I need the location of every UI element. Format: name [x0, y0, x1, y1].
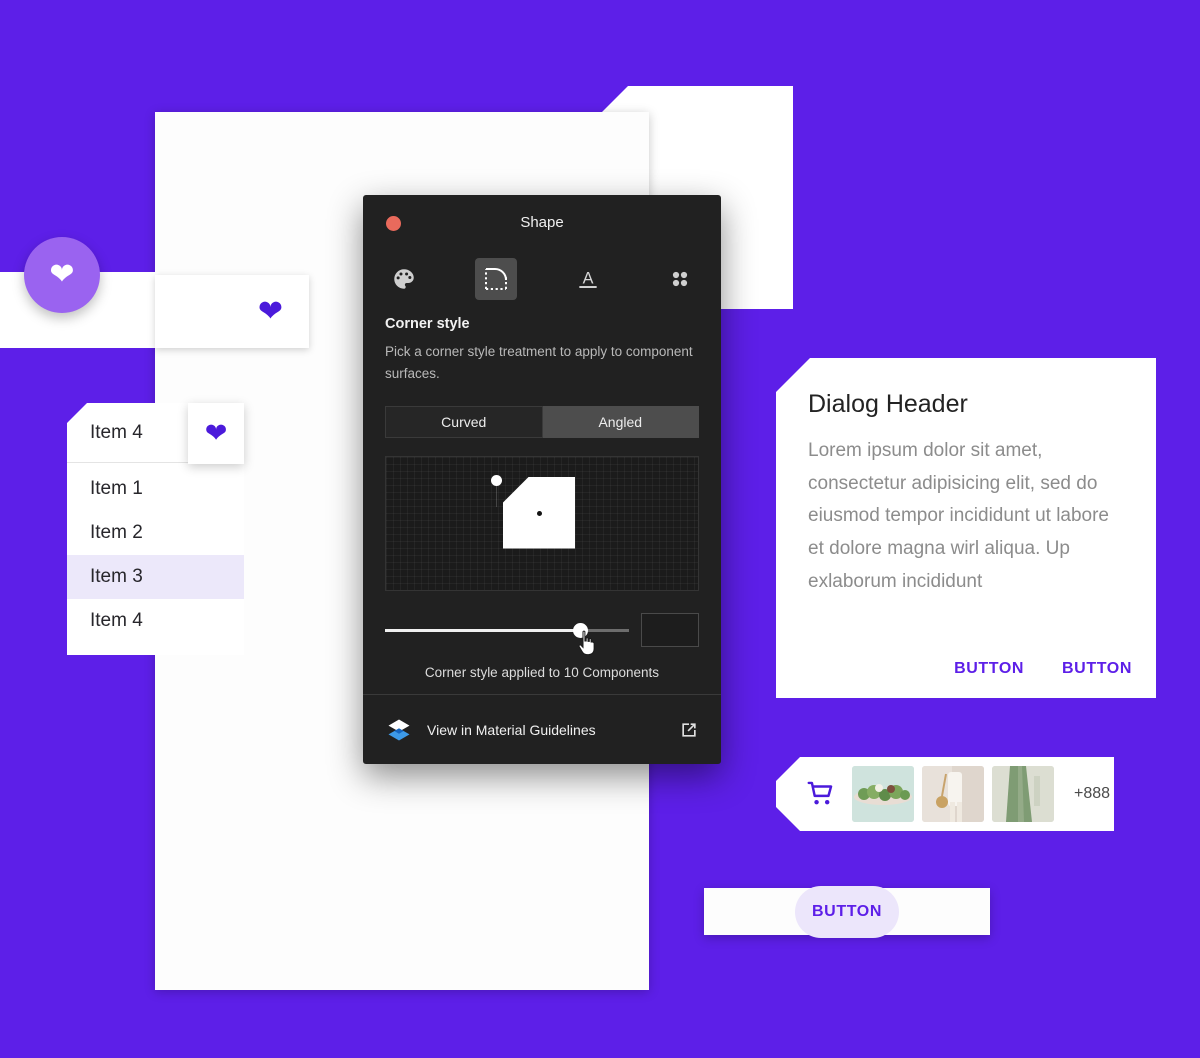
dropdown-option-3[interactable]: Item 3	[67, 555, 244, 599]
shape-preview-canvas[interactable]	[385, 455, 699, 591]
shopping-cart-icon[interactable]	[806, 780, 836, 808]
svg-text:A: A	[583, 269, 594, 287]
thumbnail-list	[852, 766, 1054, 822]
section-description: Pick a corner style treatment to apply t…	[385, 344, 693, 382]
dropdown-option-4[interactable]: Item 4	[67, 599, 244, 643]
thumbnail-green-dress-art	[992, 766, 1054, 822]
heart-icon: ❤	[204, 418, 228, 448]
external-link-icon[interactable]	[679, 720, 699, 740]
heart-icon: ❤	[49, 258, 75, 291]
heart-icon[interactable]: ❤	[258, 296, 283, 327]
cart-strip: +888	[776, 757, 1114, 831]
grid-dots-icon-button[interactable]	[659, 258, 701, 300]
slider-fill	[385, 628, 581, 632]
dropdown-selected-value: Item 4	[90, 421, 143, 443]
dropdown-option-1[interactable]: Item 1	[67, 467, 244, 511]
palette-icon-button[interactable]	[383, 258, 425, 300]
dialog-title: Shape	[520, 214, 564, 231]
heart-card-right-band: ❤	[155, 275, 309, 348]
more-items-count: +888	[1074, 785, 1111, 802]
flat-button-bar[interactable]: BUTTON	[704, 885, 990, 938]
corner-radius-slider-row	[385, 612, 699, 655]
dialog-footer[interactable]: View in Material Guidelines	[363, 694, 721, 764]
segment-angled[interactable]: Angled	[542, 405, 699, 438]
section-title: Corner style	[385, 316, 470, 332]
dialog-body: Corner style Pick a corner style treatme…	[363, 308, 721, 680]
dialog-actions: BUTTON BUTTON	[954, 660, 1132, 678]
thumbnail-greenery-art	[852, 766, 914, 822]
thumbnail-outfit[interactable]	[922, 766, 984, 822]
app-canvas: ❤ ❤ Item 4 Item 1 Item 2 Item 3 Item 4 ❤…	[0, 0, 1200, 1058]
thumbnail-greenery[interactable]	[852, 766, 914, 822]
thumbnail-green-dress[interactable]	[992, 766, 1054, 822]
corner-shape-icon-button[interactable]	[475, 258, 517, 300]
typography-icon-button[interactable]: A	[567, 258, 609, 300]
dropdown-favorite-button[interactable]: ❤	[188, 403, 244, 464]
dropdown-option-2[interactable]: Item 2	[67, 511, 244, 555]
hand-cursor-icon	[578, 630, 595, 655]
applied-status-text: Corner style applied to 10 Components	[424, 664, 660, 680]
dialog-header-card: Dialog Header Lorem ipsum dolor sit amet…	[776, 358, 1156, 698]
close-dot-icon[interactable]	[386, 216, 401, 231]
segment-curved[interactable]: Curved	[385, 405, 543, 438]
corner-radius-slider[interactable]	[385, 613, 629, 655]
dialog-button-1[interactable]: BUTTON	[954, 660, 1024, 678]
material-logo-icon	[388, 719, 410, 740]
palette-icon	[394, 269, 414, 289]
typography-icon: A	[579, 269, 597, 288]
corner-radius-input[interactable]	[641, 612, 699, 647]
favorite-fab[interactable]: ❤	[24, 237, 100, 313]
dialog-body-text: Lorem ipsum dolor sit amet, consectetur …	[808, 440, 1110, 592]
flat-button-label[interactable]: BUTTON	[812, 903, 882, 921]
dropdown-option-list: Item 1 Item 2 Item 3 Item 4	[67, 463, 244, 655]
shape-dialog: Shape A Corner style Pick a corner style…	[363, 195, 721, 764]
footer-label: View in Material Guidelines	[427, 721, 596, 738]
corner-style-segmented-control: Curved Angled	[385, 405, 699, 438]
shape-center-dot	[537, 510, 542, 516]
dialog-button-2[interactable]: BUTTON	[1062, 660, 1132, 678]
thumbnail-outfit-art	[922, 766, 984, 822]
grid-dots-icon	[672, 271, 688, 287]
dialog-toolbar: A	[363, 250, 721, 308]
page-title: Dialog Header	[808, 390, 968, 418]
dialog-titlebar: Shape	[363, 195, 721, 250]
corner-shape-icon	[485, 268, 507, 290]
corner-drag-handle[interactable]	[491, 474, 502, 486]
